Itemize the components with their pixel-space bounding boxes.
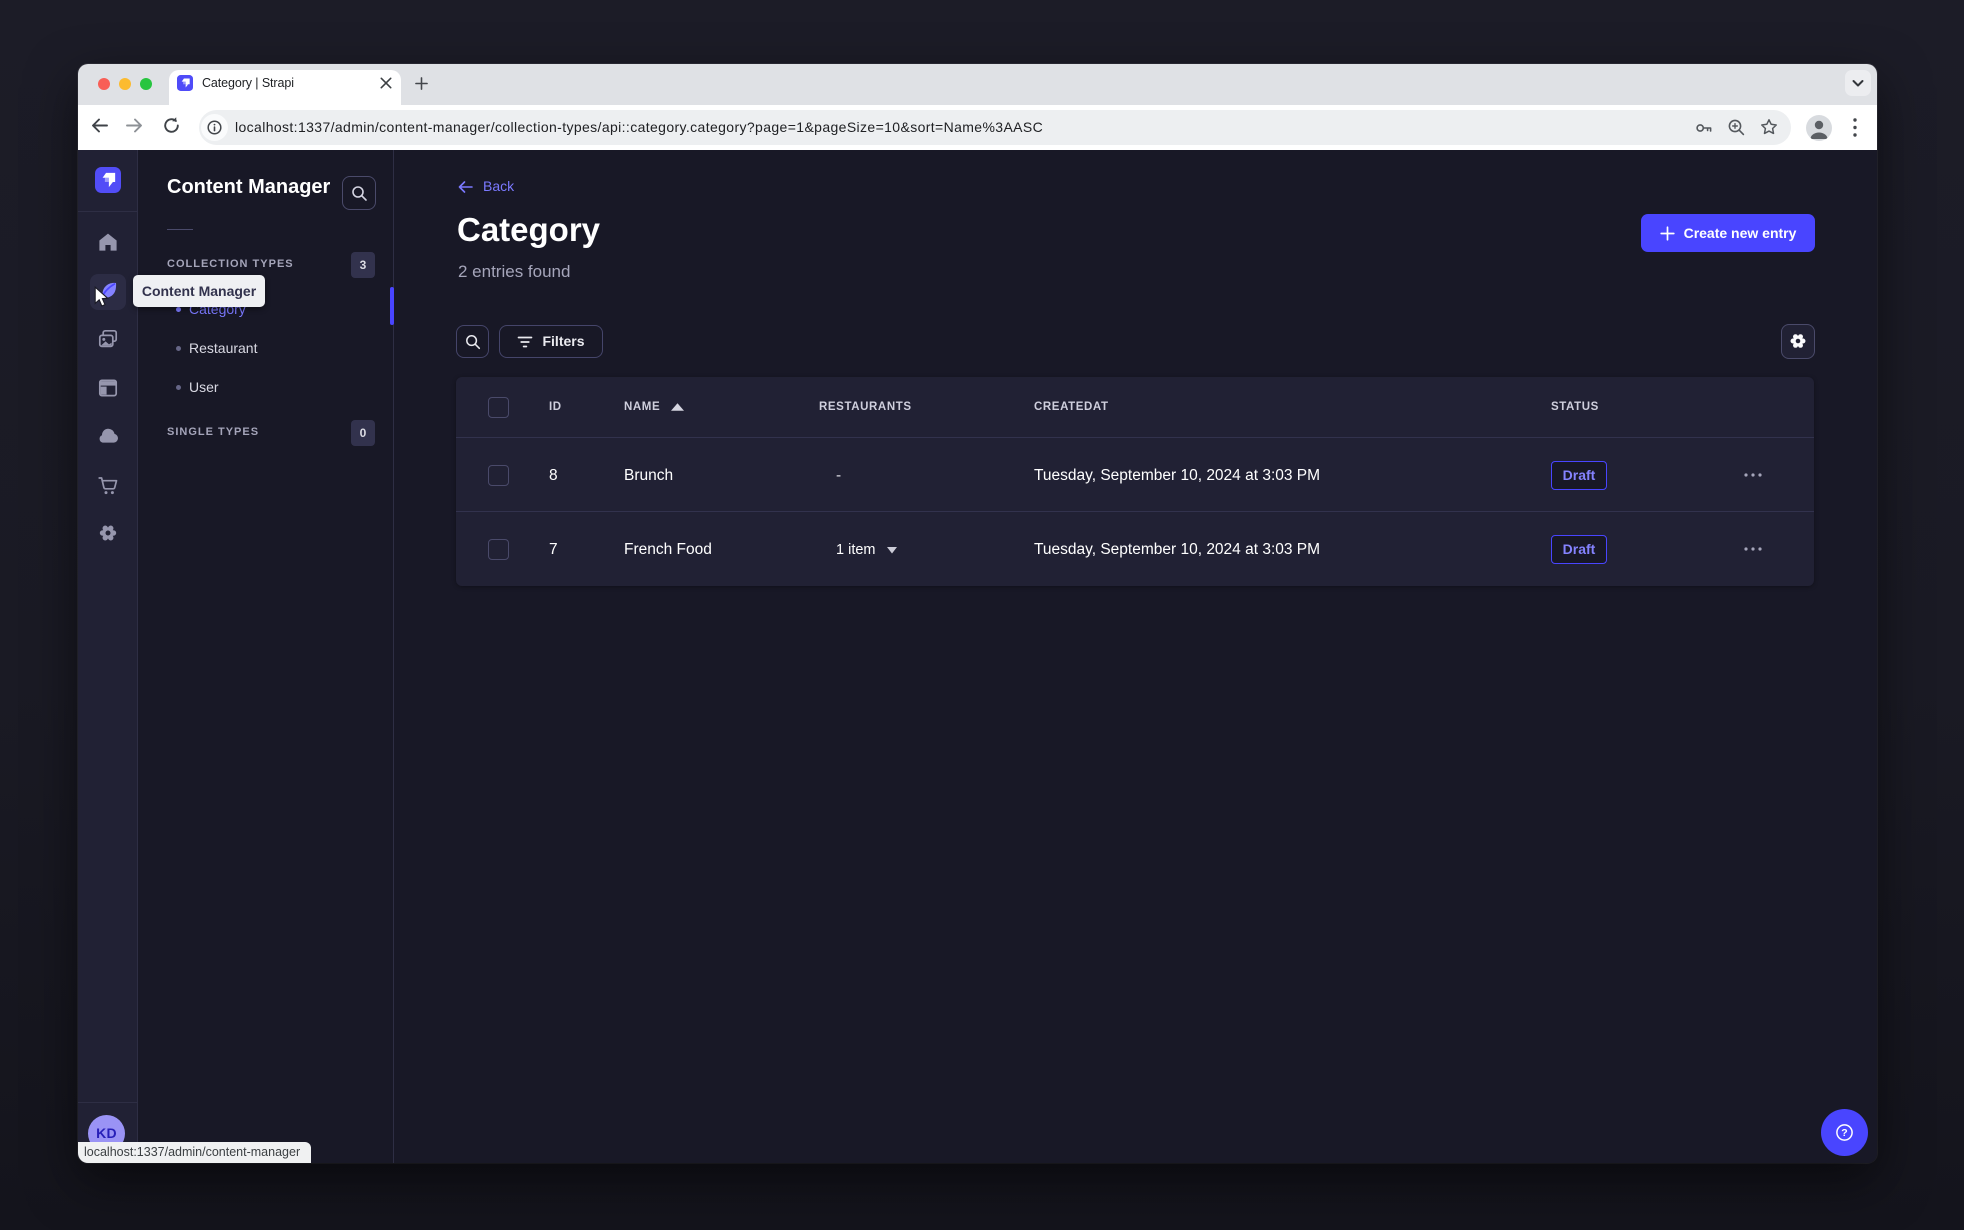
svg-text:?: ? bbox=[1841, 1127, 1847, 1139]
